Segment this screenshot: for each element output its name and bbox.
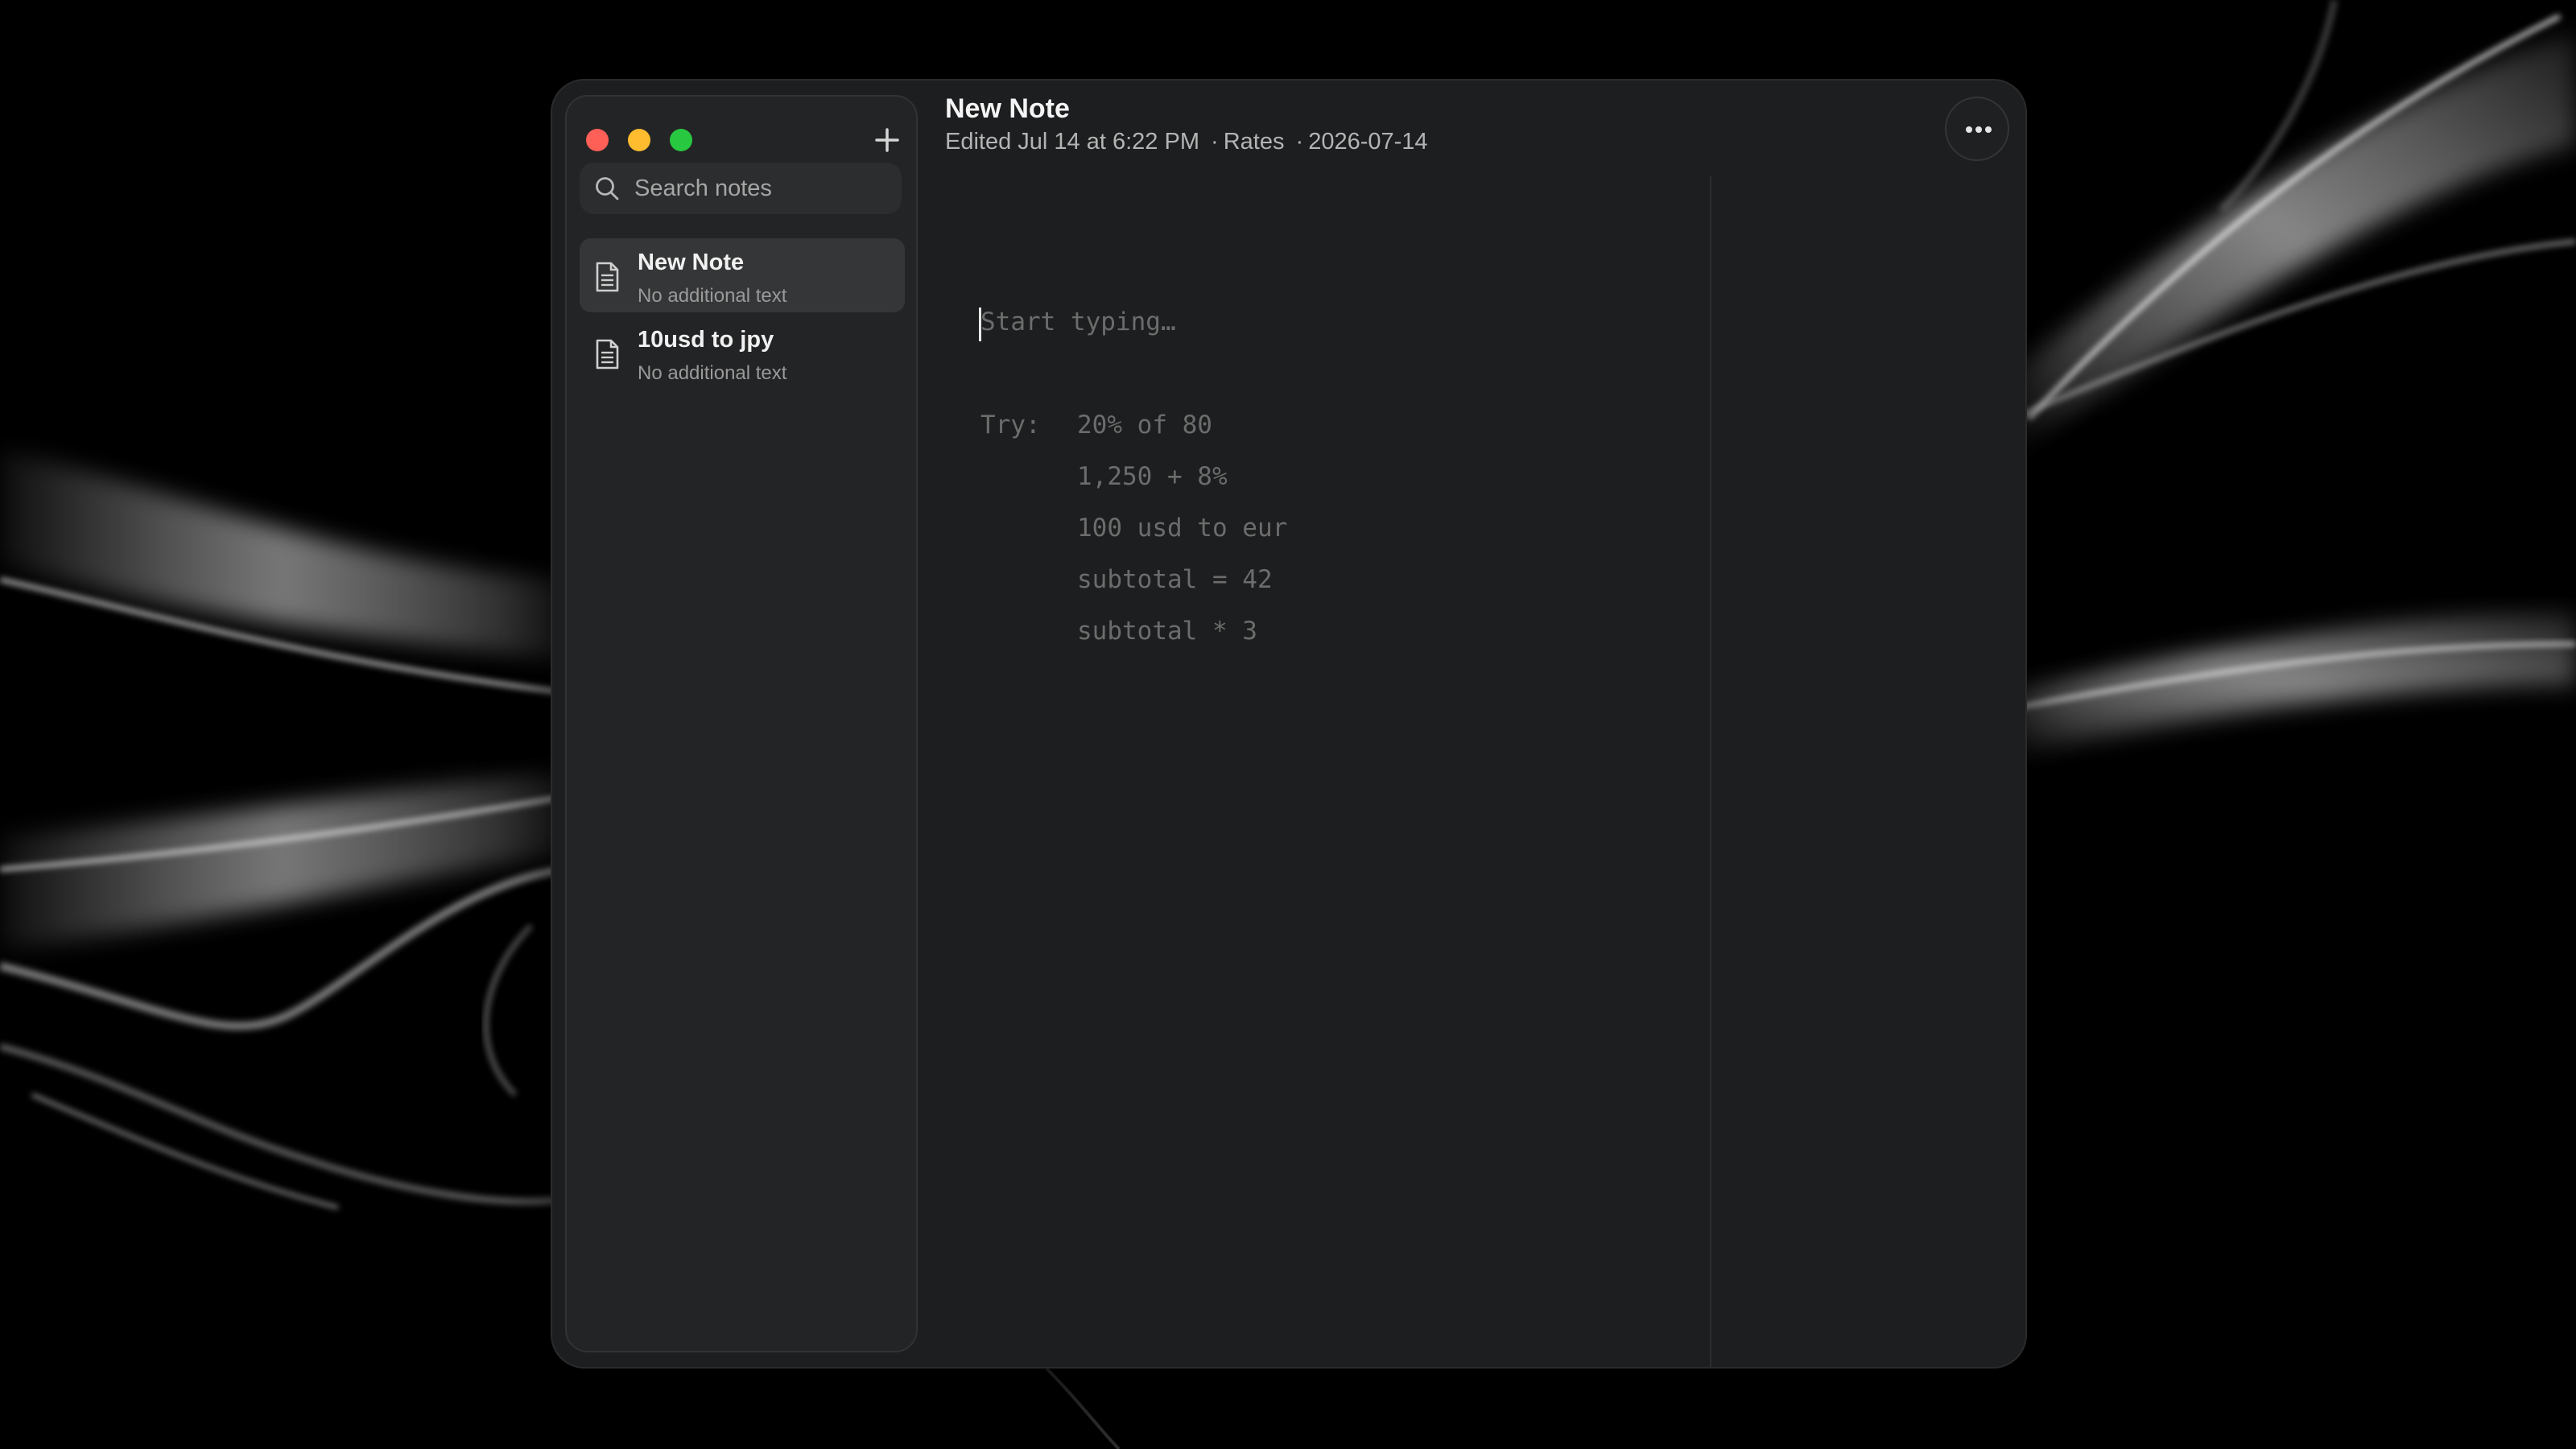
search-box[interactable] xyxy=(580,163,902,214)
note-list-item[interactable]: New Note No additional text xyxy=(580,238,905,312)
document-icon xyxy=(596,262,619,292)
meta-separator: · xyxy=(1211,129,1219,155)
example-line: 1,250 + 8% xyxy=(1077,462,1228,491)
note-title-heading: New Note xyxy=(945,93,1070,124)
minimize-button[interactable] xyxy=(628,129,650,151)
example-line: subtotal * 3 xyxy=(1077,617,1257,646)
sidebar: New Note No additional text 10usd to jpy… xyxy=(565,95,918,1352)
search-icon xyxy=(596,177,619,200)
meta-separator: · xyxy=(1295,129,1304,155)
search-input[interactable] xyxy=(634,163,892,214)
example-line: 100 usd to eur xyxy=(1077,514,1288,543)
results-divider xyxy=(1710,175,1711,1367)
note-title: 10usd to jpy xyxy=(638,327,774,353)
example-line: 20% of 80 xyxy=(1077,411,1212,440)
more-options-button[interactable] xyxy=(1945,97,2009,161)
rates-label: Rates xyxy=(1223,129,1285,155)
desktop: New Note No additional text 10usd to jpy… xyxy=(0,0,2576,1449)
example-line: subtotal = 42 xyxy=(1077,565,1273,594)
new-note-button[interactable] xyxy=(869,122,905,158)
note-subtitle: No additional text xyxy=(638,285,787,307)
maximize-button[interactable] xyxy=(670,129,692,151)
note-list-item[interactable]: 10usd to jpy No additional text xyxy=(580,316,905,390)
rates-date: 2026-07-14 xyxy=(1308,129,1428,155)
note-meta: Edited Jul 14 at 6:22 PM · Rates · 2026-07… xyxy=(945,129,1428,155)
document-icon xyxy=(596,339,619,369)
try-label: Try: xyxy=(980,411,1041,440)
note-editor[interactable]: Start typing… Try: 20% of 80 1,250 + 8% … xyxy=(945,175,1686,1351)
editor-placeholder: Start typing… xyxy=(980,308,1176,336)
plus-icon xyxy=(875,128,899,152)
note-title: New Note xyxy=(638,250,745,275)
close-button[interactable] xyxy=(586,129,609,151)
edited-timestamp: Edited Jul 14 at 6:22 PM xyxy=(945,129,1199,155)
ellipsis-icon xyxy=(1966,126,1992,133)
text-caret xyxy=(979,308,981,341)
app-window: New Note No additional text 10usd to jpy… xyxy=(552,80,2025,1367)
note-subtitle: No additional text xyxy=(638,362,787,384)
